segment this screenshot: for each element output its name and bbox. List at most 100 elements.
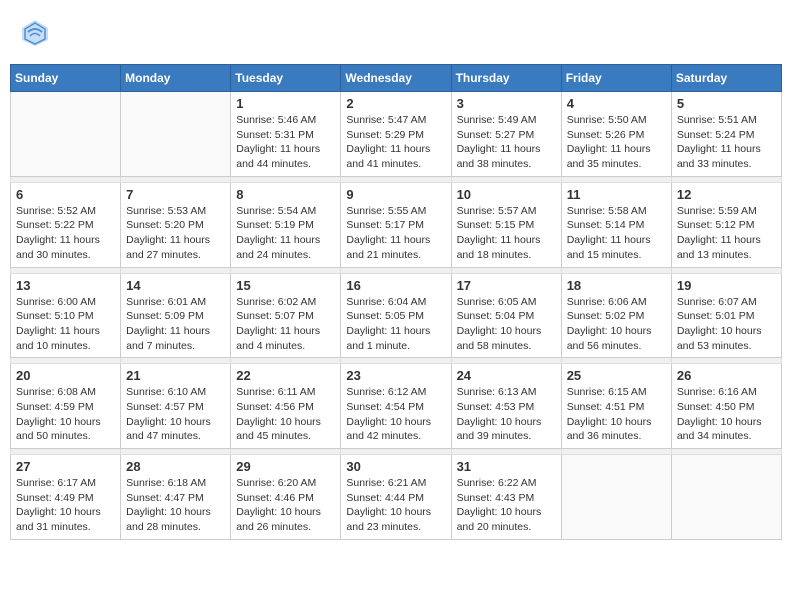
calendar-day-cell: 9 Sunrise: 5:55 AM Sunset: 5:17 PM Daylig… xyxy=(341,182,451,267)
day-number: 28 xyxy=(126,459,225,474)
day-number: 18 xyxy=(567,278,666,293)
day-info: Sunrise: 6:11 AM Sunset: 4:56 PM Dayligh… xyxy=(236,385,335,444)
calendar-day-cell: 25Sunrise: 6:15 AM Sunset: 4:51 PM Dayli… xyxy=(561,364,671,449)
calendar-week-row: 20Sunrise: 6:08 AM Sunset: 4:59 PM Dayli… xyxy=(11,364,782,449)
day-info: Sunrise: 6:02 AM Sunset: 5:07 PM Dayligh… xyxy=(236,295,335,354)
calendar-week-row: 1 Sunrise: 5:46 AM Sunset: 5:31 PM Daylig… xyxy=(11,92,782,177)
day-info: Sunrise: 6:13 AM Sunset: 4:53 PM Dayligh… xyxy=(457,385,556,444)
calendar-day-cell: 4 Sunrise: 5:50 AM Sunset: 5:26 PM Daylig… xyxy=(561,92,671,177)
calendar-day-cell: 22 Sunrise: 6:11 AM Sunset: 4:56 PM Dayli… xyxy=(231,364,341,449)
calendar-day-cell: 10 Sunrise: 5:57 AM Sunset: 5:15 PM Dayli… xyxy=(451,182,561,267)
calendar-week-row: 27Sunrise: 6:17 AM Sunset: 4:49 PM Dayli… xyxy=(11,455,782,540)
day-number: 21 xyxy=(126,368,225,383)
day-number: 16 xyxy=(346,278,445,293)
calendar-day-cell: 19 Sunrise: 6:07 AM Sunset: 5:01 PM Dayli… xyxy=(671,273,781,358)
day-info: Sunrise: 6:01 AM Sunset: 5:09 PM Dayligh… xyxy=(126,295,225,354)
calendar-day-cell: 17 Sunrise: 6:05 AM Sunset: 5:04 PM Dayli… xyxy=(451,273,561,358)
day-info: Sunrise: 6:05 AM Sunset: 5:04 PM Dayligh… xyxy=(457,295,556,354)
calendar-day-cell: 6 Sunrise: 5:52 AM Sunset: 5:22 PM Daylig… xyxy=(11,182,121,267)
calendar-day-cell: 2 Sunrise: 5:47 AM Sunset: 5:29 PM Daylig… xyxy=(341,92,451,177)
day-number: 10 xyxy=(457,187,556,202)
day-number: 5 xyxy=(677,96,776,111)
calendar-day-cell: 16 Sunrise: 6:04 AM Sunset: 5:05 PM Dayli… xyxy=(341,273,451,358)
calendar-day-header: Saturday xyxy=(671,65,781,92)
day-info: Sunrise: 5:47 AM Sunset: 5:29 PM Dayligh… xyxy=(346,113,445,172)
day-number: 8 xyxy=(236,187,335,202)
day-number: 4 xyxy=(567,96,666,111)
day-info: Sunrise: 5:46 AM Sunset: 5:31 PM Dayligh… xyxy=(236,113,335,172)
day-number: 9 xyxy=(346,187,445,202)
calendar-day-cell: 20Sunrise: 6:08 AM Sunset: 4:59 PM Dayli… xyxy=(11,364,121,449)
day-number: 11 xyxy=(567,187,666,202)
day-number: 15 xyxy=(236,278,335,293)
day-number: 30 xyxy=(346,459,445,474)
calendar-day-cell xyxy=(121,92,231,177)
day-number: 6 xyxy=(16,187,115,202)
calendar-week-row: 13Sunrise: 6:00 AM Sunset: 5:10 PM Dayli… xyxy=(11,273,782,358)
calendar-day-cell: 13Sunrise: 6:00 AM Sunset: 5:10 PM Dayli… xyxy=(11,273,121,358)
day-number: 1 xyxy=(236,96,335,111)
calendar-day-header: Tuesday xyxy=(231,65,341,92)
day-info: Sunrise: 6:06 AM Sunset: 5:02 PM Dayligh… xyxy=(567,295,666,354)
calendar-day-cell: 27Sunrise: 6:17 AM Sunset: 4:49 PM Dayli… xyxy=(11,455,121,540)
calendar-day-cell: 7 Sunrise: 5:53 AM Sunset: 5:20 PM Daylig… xyxy=(121,182,231,267)
calendar-day-header: Friday xyxy=(561,65,671,92)
day-number: 25 xyxy=(567,368,666,383)
calendar-day-cell: 24 Sunrise: 6:13 AM Sunset: 4:53 PM Dayli… xyxy=(451,364,561,449)
logo xyxy=(20,18,54,48)
day-info: Sunrise: 6:17 AM Sunset: 4:49 PM Dayligh… xyxy=(16,476,115,535)
day-info: Sunrise: 5:50 AM Sunset: 5:26 PM Dayligh… xyxy=(567,113,666,172)
calendar-day-cell: 31Sunrise: 6:22 AM Sunset: 4:43 PM Dayli… xyxy=(451,455,561,540)
calendar-day-cell xyxy=(671,455,781,540)
calendar-day-cell xyxy=(11,92,121,177)
calendar-header-row: SundayMondayTuesdayWednesdayThursdayFrid… xyxy=(11,65,782,92)
day-info: Sunrise: 5:55 AM Sunset: 5:17 PM Dayligh… xyxy=(346,204,445,263)
calendar-day-cell: 11 Sunrise: 5:58 AM Sunset: 5:14 PM Dayli… xyxy=(561,182,671,267)
calendar-day-cell: 1 Sunrise: 5:46 AM Sunset: 5:31 PM Daylig… xyxy=(231,92,341,177)
calendar-day-header: Sunday xyxy=(11,65,121,92)
calendar-day-cell: 3Sunrise: 5:49 AM Sunset: 5:27 PM Daylig… xyxy=(451,92,561,177)
day-info: Sunrise: 6:21 AM Sunset: 4:44 PM Dayligh… xyxy=(346,476,445,535)
calendar-day-cell: 18 Sunrise: 6:06 AM Sunset: 5:02 PM Dayli… xyxy=(561,273,671,358)
calendar-day-header: Wednesday xyxy=(341,65,451,92)
day-number: 24 xyxy=(457,368,556,383)
day-number: 3 xyxy=(457,96,556,111)
day-number: 17 xyxy=(457,278,556,293)
calendar-day-cell: 15 Sunrise: 6:02 AM Sunset: 5:07 PM Dayli… xyxy=(231,273,341,358)
day-info: Sunrise: 6:18 AM Sunset: 4:47 PM Dayligh… xyxy=(126,476,225,535)
day-info: Sunrise: 5:53 AM Sunset: 5:20 PM Dayligh… xyxy=(126,204,225,263)
day-number: 7 xyxy=(126,187,225,202)
day-info: Sunrise: 6:16 AM Sunset: 4:50 PM Dayligh… xyxy=(677,385,776,444)
calendar-day-cell: 30 Sunrise: 6:21 AM Sunset: 4:44 PM Dayli… xyxy=(341,455,451,540)
day-info: Sunrise: 6:08 AM Sunset: 4:59 PM Dayligh… xyxy=(16,385,115,444)
day-info: Sunrise: 5:58 AM Sunset: 5:14 PM Dayligh… xyxy=(567,204,666,263)
calendar-table: SundayMondayTuesdayWednesdayThursdayFrid… xyxy=(10,64,782,540)
calendar-day-header: Thursday xyxy=(451,65,561,92)
day-number: 23 xyxy=(346,368,445,383)
calendar-day-cell: 14 Sunrise: 6:01 AM Sunset: 5:09 PM Dayli… xyxy=(121,273,231,358)
day-number: 22 xyxy=(236,368,335,383)
day-number: 13 xyxy=(16,278,115,293)
calendar-day-cell: 23Sunrise: 6:12 AM Sunset: 4:54 PM Dayli… xyxy=(341,364,451,449)
day-number: 14 xyxy=(126,278,225,293)
calendar-day-header: Monday xyxy=(121,65,231,92)
day-info: Sunrise: 5:52 AM Sunset: 5:22 PM Dayligh… xyxy=(16,204,115,263)
calendar-day-cell: 5 Sunrise: 5:51 AM Sunset: 5:24 PM Daylig… xyxy=(671,92,781,177)
calendar-day-cell: 21 Sunrise: 6:10 AM Sunset: 4:57 PM Dayli… xyxy=(121,364,231,449)
day-number: 19 xyxy=(677,278,776,293)
calendar-day-cell: 28 Sunrise: 6:18 AM Sunset: 4:47 PM Dayli… xyxy=(121,455,231,540)
day-info: Sunrise: 6:07 AM Sunset: 5:01 PM Dayligh… xyxy=(677,295,776,354)
day-info: Sunrise: 6:20 AM Sunset: 4:46 PM Dayligh… xyxy=(236,476,335,535)
day-info: Sunrise: 6:04 AM Sunset: 5:05 PM Dayligh… xyxy=(346,295,445,354)
day-info: Sunrise: 5:57 AM Sunset: 5:15 PM Dayligh… xyxy=(457,204,556,263)
calendar-week-row: 6 Sunrise: 5:52 AM Sunset: 5:22 PM Daylig… xyxy=(11,182,782,267)
day-number: 31 xyxy=(457,459,556,474)
logo-icon xyxy=(20,18,50,48)
day-number: 29 xyxy=(236,459,335,474)
calendar-day-cell xyxy=(561,455,671,540)
day-info: Sunrise: 5:51 AM Sunset: 5:24 PM Dayligh… xyxy=(677,113,776,172)
day-info: Sunrise: 6:10 AM Sunset: 4:57 PM Dayligh… xyxy=(126,385,225,444)
day-number: 2 xyxy=(346,96,445,111)
day-info: Sunrise: 5:59 AM Sunset: 5:12 PM Dayligh… xyxy=(677,204,776,263)
calendar-day-cell: 8Sunrise: 5:54 AM Sunset: 5:19 PM Daylig… xyxy=(231,182,341,267)
